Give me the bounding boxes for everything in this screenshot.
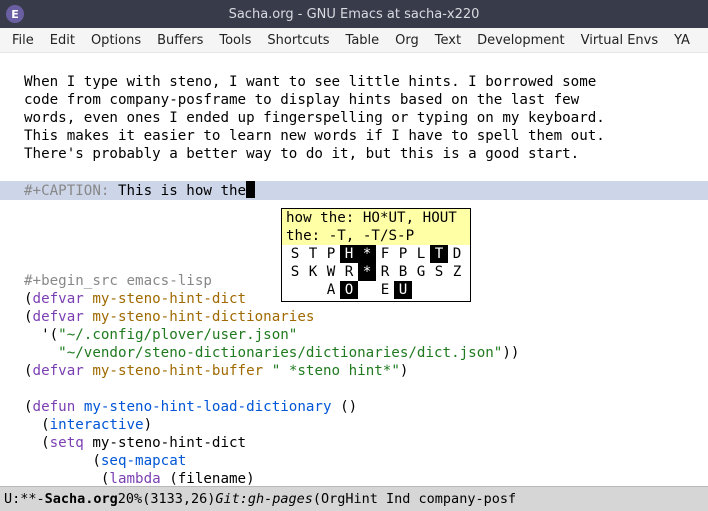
steno-hint-line-1: how the: HO*UT, HOUT bbox=[282, 209, 470, 227]
steno-key-cell: S bbox=[430, 263, 448, 281]
string-dict-json: "~/vendor/steno-dictionaries/dictionarie… bbox=[58, 345, 502, 361]
kw-defvar: defvar bbox=[33, 291, 84, 307]
menu-buffers[interactable]: Buffers bbox=[149, 31, 211, 50]
close-paren: ) bbox=[400, 363, 409, 379]
steno-key-cell: U bbox=[394, 281, 412, 299]
caption-keyword: #+CAPTION: bbox=[24, 183, 109, 199]
steno-key-cell bbox=[304, 281, 322, 299]
steno-key-cell bbox=[448, 281, 466, 299]
string-user-json: "~/.config/plover/user.json" bbox=[58, 327, 297, 343]
text-cursor bbox=[246, 181, 255, 198]
modeline-minor-modes: (OrgHint Ind company-posf bbox=[313, 491, 516, 507]
steno-key-cell: O bbox=[340, 281, 358, 299]
menu-table[interactable]: Table bbox=[338, 31, 388, 50]
menu-bar: File Edit Options Buffers Tools Shortcut… bbox=[0, 28, 708, 53]
menu-file[interactable]: File bbox=[4, 31, 42, 50]
steno-key-cell: H bbox=[340, 245, 358, 263]
kw-defun: defun bbox=[33, 399, 76, 415]
menu-text[interactable]: Text bbox=[427, 31, 469, 50]
menu-edit[interactable]: Edit bbox=[42, 31, 83, 50]
var-my-steno-hint-buffer: my-steno-hint-buffer bbox=[92, 363, 263, 379]
kw-defvar: defvar bbox=[33, 309, 84, 325]
menu-shortcuts[interactable]: Shortcuts bbox=[259, 31, 337, 50]
var-my-steno-hint-dictionaries: my-steno-hint-dictionaries bbox=[92, 309, 314, 325]
emacs-app-icon: E bbox=[6, 5, 24, 23]
steno-key-cell: F bbox=[376, 245, 394, 263]
steno-key-cell: P bbox=[394, 245, 412, 263]
kw-defvar: defvar bbox=[33, 363, 84, 379]
steno-key-cell: T bbox=[430, 245, 448, 263]
window-title: Sacha.org - GNU Emacs at sacha-x220 bbox=[0, 7, 708, 22]
steno-key-cell bbox=[412, 281, 430, 299]
steno-key-grid: STPH*FPLTDSKWR*RBGSZAOEU bbox=[282, 245, 470, 301]
steno-key-cell bbox=[286, 281, 304, 299]
modeline-buffer-name: Sacha.org bbox=[45, 491, 118, 507]
string-steno-hint: " *steno hint*" bbox=[272, 363, 400, 379]
menu-virtual-envs[interactable]: Virtual Envs bbox=[573, 31, 667, 50]
lambda-arg: (filename) bbox=[161, 471, 255, 487]
kw-lambda: lambda bbox=[109, 471, 160, 487]
steno-key-cell: R bbox=[340, 263, 358, 281]
steno-key-cell: R bbox=[376, 263, 394, 281]
menu-yasnippet[interactable]: YA bbox=[666, 31, 698, 50]
close-paren: )) bbox=[502, 345, 519, 361]
steno-key-cell: Z bbox=[448, 263, 466, 281]
modeline-percent: 20% bbox=[118, 491, 142, 507]
steno-key-cell bbox=[358, 281, 376, 299]
fn-seq-mapcat: seq-mapcat bbox=[101, 453, 186, 469]
caption-line: #+CAPTION: This is how the bbox=[0, 181, 708, 200]
kw-setq: setq bbox=[50, 435, 84, 451]
steno-hint-line-2: the: -T, -T/S-P bbox=[282, 227, 470, 245]
var-my-steno-hint-dict: my-steno-hint-dict bbox=[92, 291, 246, 307]
fn-my-steno-hint-load-dictionary: my-steno-hint-load-dictionary bbox=[84, 399, 332, 415]
steno-key-cell: S bbox=[286, 245, 304, 263]
steno-key-cell: A bbox=[322, 281, 340, 299]
modeline-position: (3133,26) bbox=[142, 491, 215, 507]
steno-key-cell: * bbox=[358, 245, 376, 263]
empty-arglist: () bbox=[332, 399, 358, 415]
menu-options[interactable]: Options bbox=[83, 31, 149, 50]
steno-key-cell bbox=[430, 281, 448, 299]
menu-development[interactable]: Development bbox=[469, 31, 573, 50]
modeline-status: U:**- bbox=[4, 491, 45, 507]
steno-key-cell: E bbox=[376, 281, 394, 299]
fn-interactive: interactive bbox=[50, 417, 144, 433]
steno-key-cell: W bbox=[322, 263, 340, 281]
modeline-git-branch: Git:gh-pages bbox=[215, 491, 313, 507]
steno-key-cell: G bbox=[412, 263, 430, 281]
steno-key-cell: K bbox=[304, 263, 322, 281]
steno-key-cell: S bbox=[286, 263, 304, 281]
steno-key-cell: T bbox=[304, 245, 322, 263]
steno-key-cell: B bbox=[394, 263, 412, 281]
steno-key-cell: P bbox=[322, 245, 340, 263]
caption-text: This is how the bbox=[109, 183, 246, 199]
steno-key-cell: * bbox=[358, 263, 376, 281]
steno-key-cell: D bbox=[448, 245, 466, 263]
prose-paragraph: When I type with steno, I want to see li… bbox=[24, 74, 605, 162]
mode-line: U:**- Sacha.org 20% (3133,26) Git:gh-pag… bbox=[0, 486, 708, 511]
menu-tools[interactable]: Tools bbox=[211, 31, 259, 50]
var-ref-my-steno-hint-dict: my-steno-hint-dict bbox=[92, 435, 246, 451]
steno-hint-popup: how the: HO*UT, HOUT the: -T, -T/S-P STP… bbox=[281, 208, 471, 302]
steno-key-cell: L bbox=[412, 245, 430, 263]
menu-org[interactable]: Org bbox=[387, 31, 427, 50]
begin-src-keyword: #+begin_src emacs-lisp bbox=[24, 273, 212, 289]
window-titlebar: E Sacha.org - GNU Emacs at sacha-x220 bbox=[0, 0, 708, 28]
